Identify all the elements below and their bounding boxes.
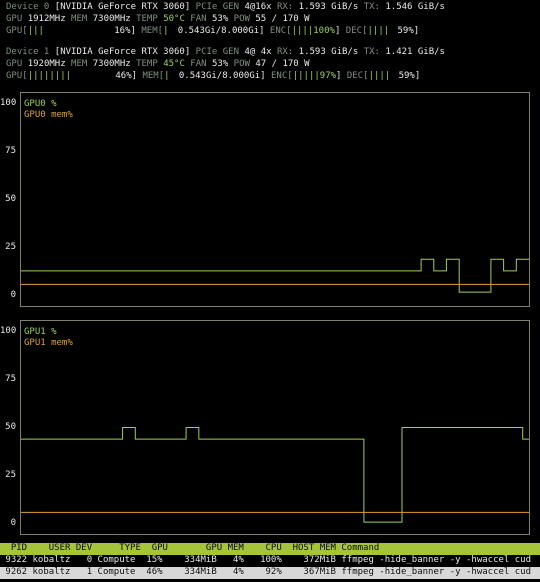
tx-label: TX:: [363, 2, 380, 12]
legend-entry: GPU1 %: [24, 327, 57, 337]
enc-label: ENC[: [271, 71, 293, 81]
pow-value: 47 / 170 W: [249, 59, 310, 69]
pow-label: POW: [233, 59, 250, 69]
dec-value: 59%]: [397, 26, 420, 36]
y-tick-label: 25: [5, 242, 16, 252]
temp-value: 45°C: [157, 59, 185, 69]
table-row[interactable]: 9262 kobaltz 1 Compute 46% 334MiB 4% 92%…: [0, 567, 540, 579]
legend-entry: GPU0 %: [24, 99, 57, 109]
tx-value: 1.546 GiB/s: [385, 2, 445, 12]
dec-label: DEC[: [346, 71, 369, 81]
fan-label: FAN: [190, 59, 207, 69]
rx-value: 1.593 GiB/s: [298, 47, 359, 57]
series-line-gpu1-: [21, 427, 529, 523]
y-tick-label: 50: [5, 422, 16, 432]
dec-bar: ||||: [368, 71, 391, 81]
rx-label: RX:: [276, 47, 294, 57]
temp-value: 50°C: [157, 14, 185, 24]
y-tick-label: 75: [5, 146, 16, 156]
gpu-usage-value: 16%]: [114, 26, 136, 36]
fan-label: FAN: [190, 14, 207, 24]
rx-label: RX:: [276, 2, 294, 12]
device0-line1: Device 0 [NVIDIA GeForce RTX 3060] PCIe …: [6, 2, 445, 13]
gpu-clock-value: 1912MHz: [27, 14, 66, 24]
device-label: Device 1: [6, 47, 50, 57]
y-tick-label: 0: [10, 518, 16, 528]
y-tick-label: 100: [0, 326, 17, 336]
enc-bar: ||||100%: [291, 26, 335, 36]
temp-label: TEMP: [136, 14, 158, 24]
fan-value: 53%: [206, 59, 229, 69]
y-tick-label: 0: [10, 290, 16, 300]
legend-entry: GPU0 mem%: [24, 110, 73, 120]
device1-line1: Device 1 [NVIDIA GeForce RTX 3060] PCIe …: [6, 47, 445, 58]
tx-label: TX:: [363, 47, 380, 57]
dec-bar: ||||: [367, 26, 390, 36]
mem-bar-label: MEM[: [142, 71, 165, 81]
enc-bar: |||||97%: [292, 71, 337, 81]
device0-line3: GPU[||| 16%] MEM[| 0.543Gi/8.000Gi] ENC[||…: [6, 26, 419, 37]
gpu-name: [NVIDIA GeForce RTX 3060]: [54, 47, 191, 57]
fan-value: 53%: [206, 14, 229, 24]
chart-panel: GPU0 % GPU0 mem%: [20, 92, 530, 307]
chart-panel: GPU1 % GPU1 mem%: [20, 320, 530, 535]
gpu-usage-bar: |||: [27, 26, 44, 36]
mem-clock-label: MEM: [71, 59, 88, 69]
dec-label: DEC[: [345, 26, 368, 36]
device1-line2: GPU 1920MHz MEM 7300MHz TEMP 45°C FAN 53…: [6, 59, 310, 70]
gpu-clock-label: GPU: [6, 14, 23, 24]
process-table-header[interactable]: PID USER DEV TYPE GPU GPU MEM CPU HOST M…: [0, 543, 540, 555]
pcie-label: PCIe GEN: [195, 2, 240, 12]
gpu-clock-value: 1920MHz: [27, 59, 66, 69]
enc-close: ]: [336, 71, 342, 81]
chart-plot: [21, 258, 529, 293]
chart-plot: [21, 427, 529, 523]
mem-clock-value: 7300MHz: [92, 59, 131, 69]
pow-label: POW: [233, 14, 250, 24]
dec-value: 59%]: [398, 71, 421, 81]
rx-value: 1.593 GiB/s: [298, 2, 359, 12]
table-row[interactable]: 9322 kobaltz 0 Compute 15% 334MiB 4% 100…: [0, 555, 540, 567]
pow-value: 55 / 170 W: [249, 14, 310, 24]
gpu-bar-label: GPU[: [6, 71, 28, 81]
device0-line2: GPU 1912MHz MEM 7300MHz TEMP 50°C FAN 53…: [6, 14, 310, 25]
pcie-value: 4@16x: [244, 2, 272, 12]
gpu-usage-bar: ||||||||: [27, 71, 72, 81]
mem-clock-label: MEM: [71, 14, 88, 24]
tx-value: 1.421 GiB/s: [385, 47, 445, 57]
device-label: Device 0: [6, 2, 50, 12]
y-tick-label: 50: [5, 194, 16, 204]
mem-usage-value: 0.543Gi/8.000Gi]: [177, 26, 265, 36]
gpu-clock-label: GPU: [6, 59, 23, 69]
mem-bar-label: MEM[: [141, 26, 164, 36]
y-tick-label: 25: [5, 470, 16, 480]
legend-entry: GPU1 mem%: [24, 338, 73, 348]
gpu-usage-value: 46%]: [115, 71, 138, 81]
gpu-bar-label: GPU[: [6, 26, 28, 36]
y-tick-label: 100: [0, 98, 17, 108]
device1-line3: GPU[|||||||| 46%] MEM[| 0.543Gi/8.000Gi] E…: [6, 71, 420, 82]
pcie-label: PCIe GEN: [195, 47, 240, 57]
y-tick-label: 75: [5, 374, 16, 384]
pcie-value: 4@ 4x: [244, 47, 272, 57]
mem-clock-value: 7300MHz: [92, 14, 131, 24]
series-line-gpu0-: [21, 258, 529, 293]
mem-usage-value: 0.543Gi/8.000Gi]: [178, 71, 266, 81]
gpu-name: [NVIDIA GeForce RTX 3060]: [54, 2, 191, 12]
enc-close: ]: [334, 26, 341, 36]
enc-label: ENC[: [269, 26, 292, 36]
temp-label: TEMP: [136, 59, 158, 69]
